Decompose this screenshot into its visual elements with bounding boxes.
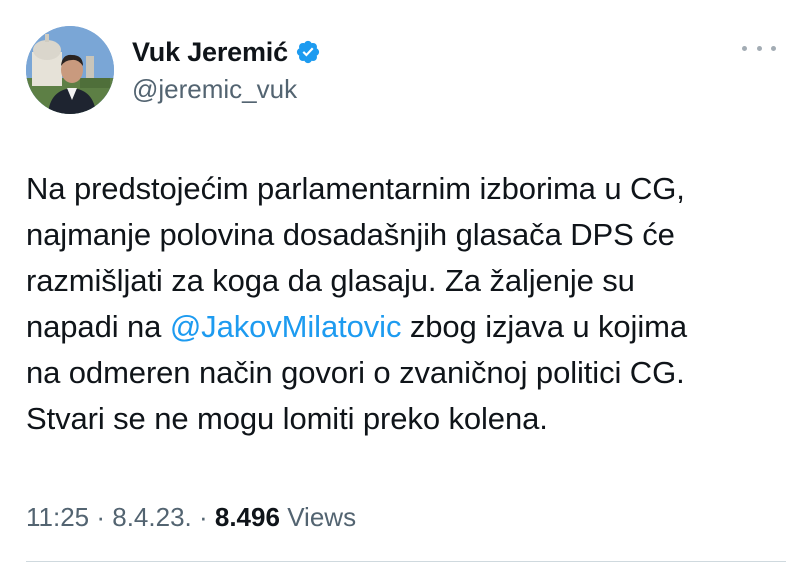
tweet-line: Na predstojećim parlamentarnim izborima …	[26, 166, 786, 212]
mention-link[interactable]: @JakovMilatovic	[170, 309, 402, 344]
more-dot	[771, 45, 776, 51]
views-count[interactable]: 8.496	[215, 502, 280, 532]
tweet-text-segment: najmanje polovina dosadašnjih glasača DP…	[26, 217, 675, 252]
tweet-header: Vuk Jeremić @jeremic_vuk	[26, 26, 786, 118]
tweet-line: na odmeren način govori o zvaničnoj poli…	[26, 350, 786, 396]
tweet-text-segment: razmišljati za koga da glasaju. Za žalje…	[26, 263, 635, 298]
more-dot	[756, 45, 762, 51]
author-names: Vuk Jeremić @jeremic_vuk	[132, 34, 321, 105]
views-label[interactable]: Views	[287, 502, 356, 532]
tweet-line: razmišljati za koga da glasaju. Za žalje…	[26, 258, 786, 304]
tweet-text-segment: Na predstojećim parlamentarnim izborima …	[26, 171, 685, 206]
tweet-line: napadi na @JakovMilatovic zbog izjava u …	[26, 304, 786, 350]
more-options-icon[interactable]	[742, 40, 776, 56]
tweet-text-segment: napadi na	[26, 309, 170, 344]
author-display-name[interactable]: Vuk Jeremić	[132, 37, 288, 68]
tweet-text-segment: zbog izjava u kojima	[401, 309, 687, 344]
meta-separator: ·	[89, 502, 113, 532]
name-row: Vuk Jeremić	[132, 34, 321, 70]
avatar[interactable]	[26, 26, 114, 114]
tweet-line: Stvari se ne mogu lomiti preko kolena.	[26, 396, 786, 442]
avatar-photo	[26, 26, 114, 114]
tweet-meta: 11:25 · 8.4.23. · 8.496 Views	[26, 502, 356, 533]
meta-separator: ·	[191, 502, 215, 532]
tweet-card: Vuk Jeremić @jeremic_vuk Na predstojećim…	[0, 0, 800, 567]
tweet-text: Na predstojećim parlamentarnim izborima …	[26, 166, 786, 442]
tweet-text-segment: na odmeren način govori o zvaničnoj poli…	[26, 355, 685, 390]
more-dot	[742, 45, 747, 51]
tweet-date[interactable]: 8.4.23.	[112, 502, 192, 532]
verified-badge-icon[interactable]	[295, 39, 321, 65]
tweet-time[interactable]: 11:25	[26, 502, 89, 532]
divider	[26, 561, 786, 562]
author-handle[interactable]: @jeremic_vuk	[132, 74, 321, 105]
tweet-text-segment: Stvari se ne mogu lomiti preko kolena.	[26, 401, 548, 436]
tweet-line: najmanje polovina dosadašnjih glasača DP…	[26, 212, 786, 258]
